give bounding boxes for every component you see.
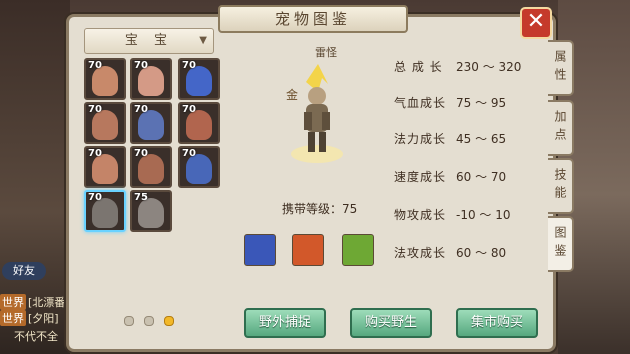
page-dot[interactable] bbox=[124, 316, 134, 326]
stat-label: 速度成长 bbox=[394, 170, 447, 184]
wild-capture-button[interactable]: 野外捕捉 bbox=[244, 308, 326, 338]
chat-text: 不代不全 bbox=[14, 330, 58, 343]
pet-slot[interactable]: 70 bbox=[178, 146, 220, 188]
pet-model-image bbox=[291, 64, 343, 163]
stat-label: 法力成长 bbox=[394, 132, 447, 146]
pet-type-dropdown[interactable]: 宝 宝 ▼ bbox=[84, 28, 214, 54]
pet-slot[interactable]: 70 bbox=[130, 146, 172, 188]
pet-level: 70 bbox=[88, 60, 102, 71]
stat-value: 60 ～ 70 bbox=[456, 170, 507, 184]
chat-channel-tag: 世界 bbox=[0, 310, 26, 326]
pet-level: 70 bbox=[134, 148, 148, 159]
pet-level: 70 bbox=[88, 104, 102, 115]
chat-line-1[interactable]: 世界 [北漂番 bbox=[0, 294, 65, 310]
tab-compendium[interactable]: 图鉴 bbox=[548, 216, 574, 272]
stat-label: 气血成长 bbox=[394, 96, 447, 110]
stat-label: 物攻成长 bbox=[394, 208, 447, 222]
pet-slot[interactable]: 70 bbox=[84, 146, 126, 188]
stat-label: 法攻成长 bbox=[394, 246, 447, 260]
pet-level: 70 bbox=[88, 148, 102, 159]
dropdown-value: 宝 宝 bbox=[124, 33, 174, 48]
chat-line-2[interactable]: 世界 [夕阳] bbox=[0, 310, 59, 326]
chat-line-3[interactable]: 不代不全 bbox=[14, 328, 58, 344]
pet-level: 70 bbox=[134, 60, 148, 71]
chat-text: [北漂番 bbox=[28, 296, 66, 309]
poison-skill-icon[interactable] bbox=[342, 234, 374, 266]
pet-slot[interactable]: 70 bbox=[84, 190, 126, 232]
pet-level: 70 bbox=[182, 104, 196, 115]
pet-slot[interactable]: 70 bbox=[84, 102, 126, 144]
stat-value: 230 ～ 320 bbox=[456, 60, 522, 74]
stat-value: -10 ～ 10 bbox=[456, 208, 511, 222]
tab-points[interactable]: 加点 bbox=[548, 100, 574, 156]
stat-label: 总 成 长 bbox=[394, 60, 443, 74]
pet-slot[interactable]: 70 bbox=[84, 58, 126, 100]
fire-skill-icon[interactable] bbox=[292, 234, 324, 266]
carry-level: 携带等级：75 bbox=[282, 202, 358, 216]
pet-level: 70 bbox=[182, 60, 196, 71]
chat-channel-tag: 世界 bbox=[0, 294, 26, 310]
tab-attributes[interactable]: 属性 bbox=[548, 40, 574, 96]
stat-value: 60 ～ 80 bbox=[456, 246, 507, 260]
pet-level: 70 bbox=[88, 192, 102, 203]
pet-level: 75 bbox=[134, 192, 148, 203]
stat-value: 45 ～ 65 bbox=[456, 132, 507, 146]
page-dot[interactable] bbox=[144, 316, 154, 326]
tab-skills[interactable]: 技能 bbox=[548, 158, 574, 214]
buy-wild-button[interactable]: 购买野生 bbox=[350, 308, 432, 338]
market-buy-button[interactable]: 集市购买 bbox=[456, 308, 538, 338]
pet-slot[interactable]: 75 bbox=[130, 190, 172, 232]
dialog-title: 宠物图鉴 bbox=[218, 5, 408, 33]
chat-text: [夕阳] bbox=[28, 312, 59, 325]
friend-button[interactable]: 好友 bbox=[2, 262, 46, 280]
pet-slot[interactable]: 70 bbox=[130, 102, 172, 144]
pet-level: 70 bbox=[134, 104, 148, 115]
pet-slot[interactable]: 70 bbox=[130, 58, 172, 100]
pet-slot[interactable]: 70 bbox=[178, 102, 220, 144]
pet-name: 雷怪 bbox=[315, 46, 337, 59]
chevron-down-icon: ▼ bbox=[199, 35, 207, 46]
page-dot[interactable] bbox=[164, 316, 174, 326]
pet-level: 70 bbox=[182, 148, 196, 159]
lightning-skill-icon[interactable] bbox=[244, 234, 276, 266]
stat-value: 75 ～ 95 bbox=[456, 96, 507, 110]
pet-slot[interactable]: 70 bbox=[178, 58, 220, 100]
close-button[interactable]: ✕ bbox=[520, 7, 552, 39]
